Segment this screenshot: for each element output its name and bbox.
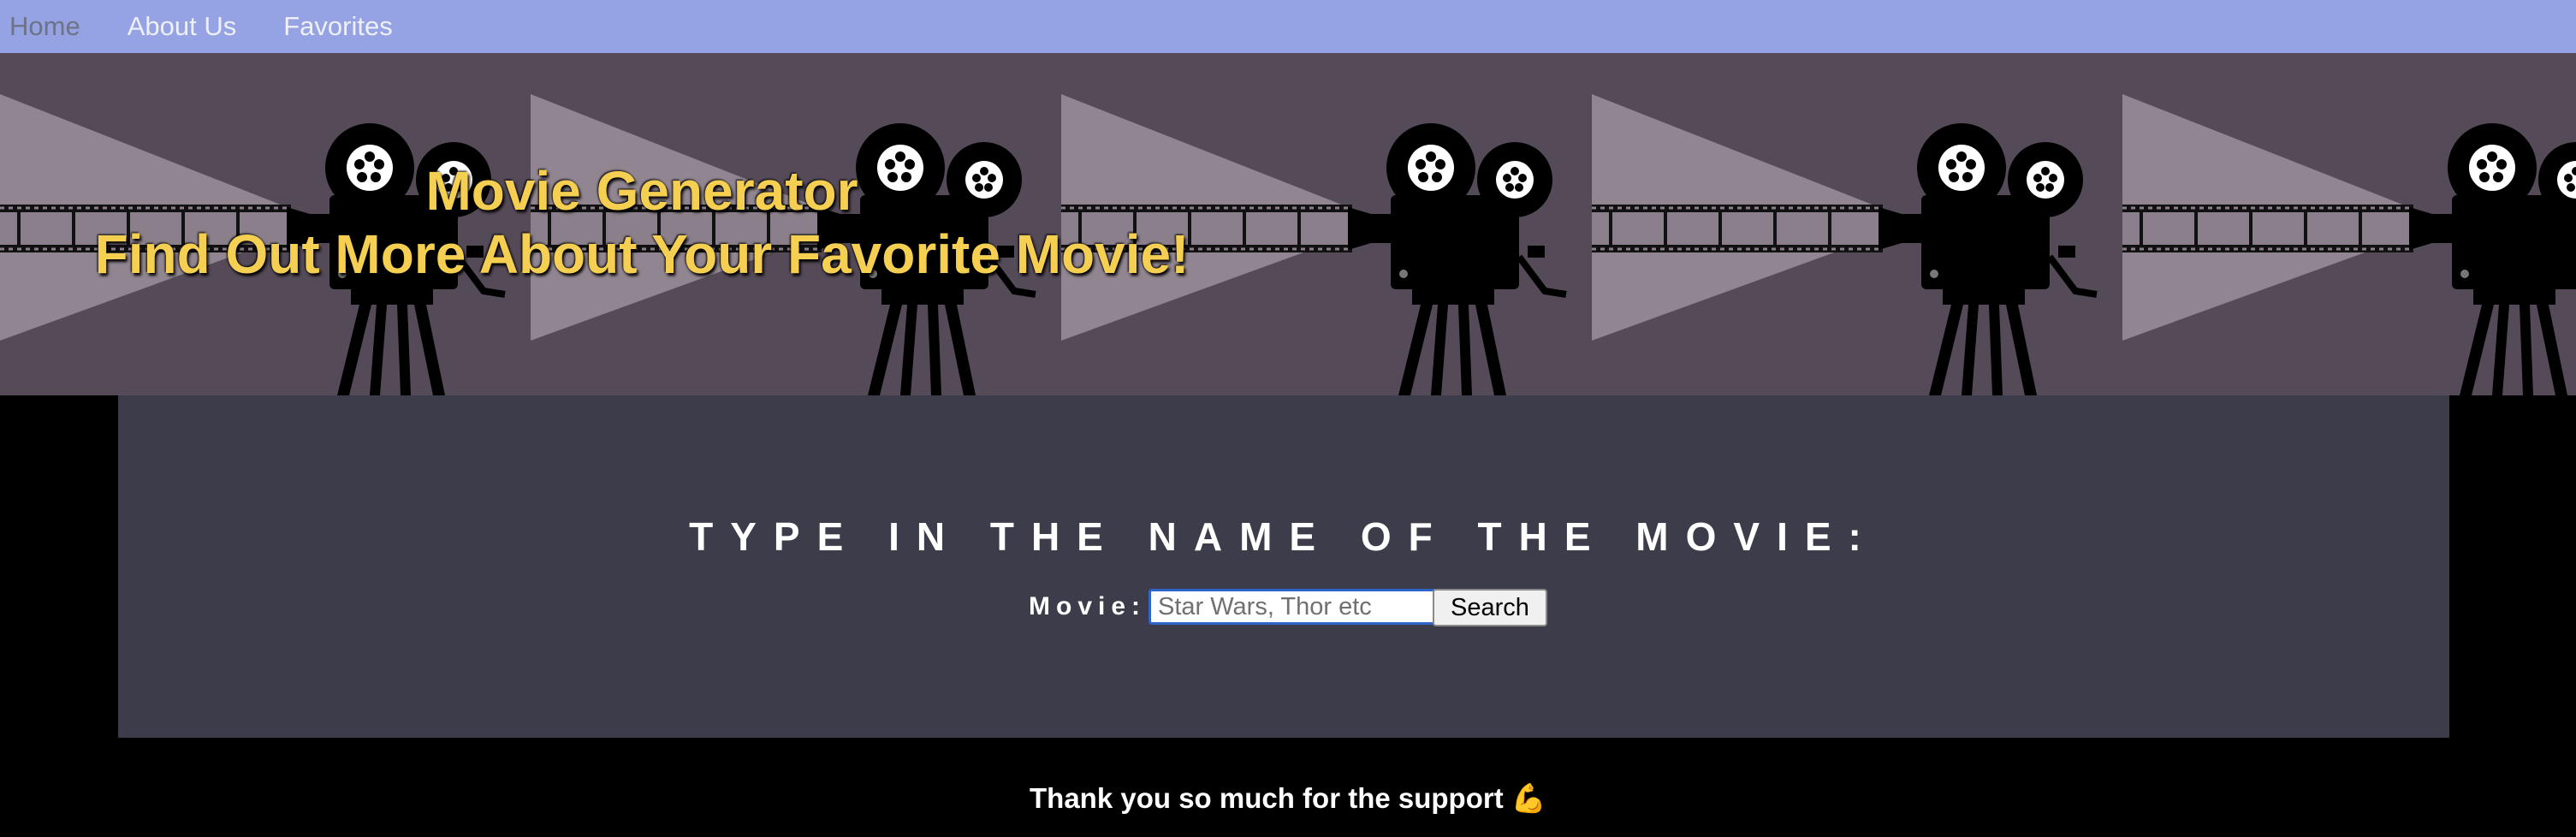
movie-field-label: Movie: bbox=[1029, 592, 1147, 620]
footer-text: Thank you so much for the support bbox=[1030, 782, 1504, 814]
nav-link-favorites[interactable]: Favorites bbox=[283, 0, 392, 53]
hero-banner: Movie Generator Find Out More About Your… bbox=[0, 53, 2576, 395]
search-form: Movie: Search bbox=[118, 587, 2449, 626]
search-button[interactable]: Search bbox=[1433, 589, 1547, 626]
search-panel: TYPE IN THE NAME OF THE MOVIE: Movie: Se… bbox=[118, 395, 2449, 738]
nav-link-about-us[interactable]: About Us bbox=[128, 0, 237, 53]
top-nav: Home About Us Favorites bbox=[0, 0, 2576, 53]
search-heading: TYPE IN THE NAME OF THE MOVIE: bbox=[689, 514, 1879, 559]
footer-message: Thank you so much for the support 💪 bbox=[0, 782, 2576, 816]
nav-link-home[interactable]: Home bbox=[9, 0, 80, 53]
site-subtitle: Find Out More About Your Favorite Movie! bbox=[94, 223, 1190, 285]
flexed-biceps-icon: 💪 bbox=[1511, 782, 1546, 814]
site-title: Movie Generator bbox=[425, 160, 858, 222]
movie-search-input[interactable] bbox=[1149, 589, 1439, 625]
